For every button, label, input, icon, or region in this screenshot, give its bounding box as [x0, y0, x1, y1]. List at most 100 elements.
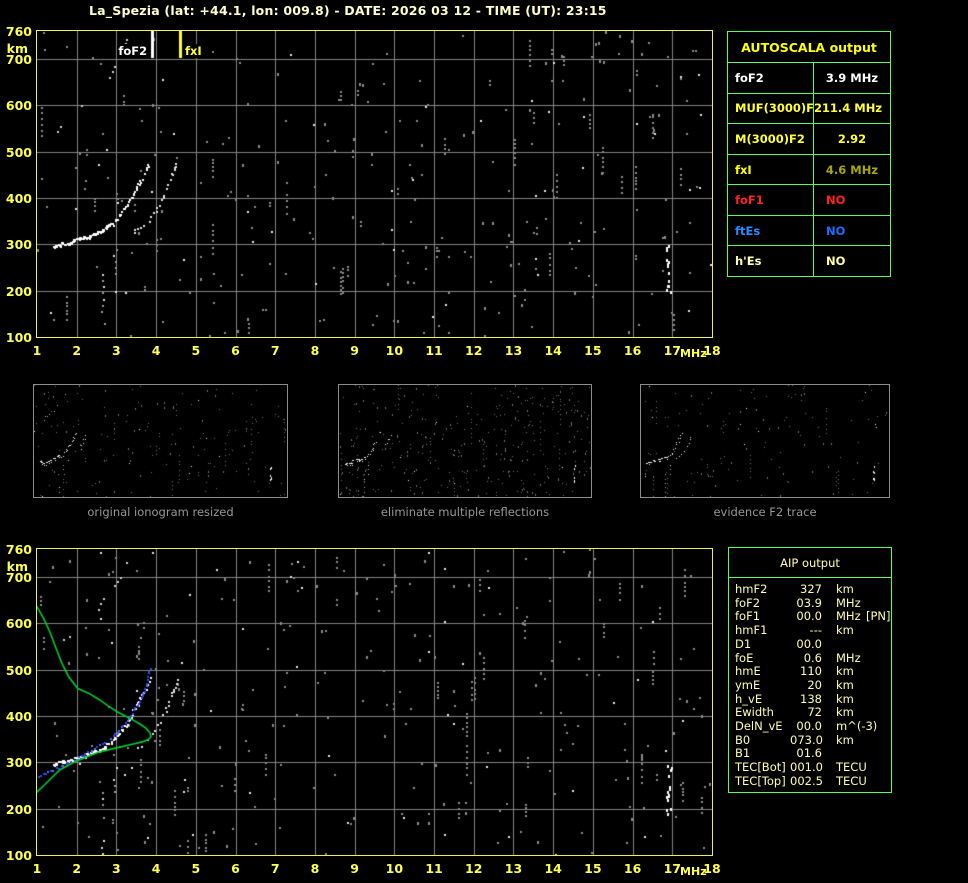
autoscala-param-label: h'Es — [728, 246, 814, 277]
aip-unit: km — [836, 732, 854, 747]
aip-value: 138 — [800, 691, 822, 706]
autoscala-row: MUF(3000)F2 11.4 MHz — [728, 92, 890, 124]
aip-row: h_vE 138 km — [735, 691, 891, 706]
y-tick-label: 760 — [5, 24, 32, 39]
autoscala-param-value: 2.92 — [837, 131, 867, 146]
scaled-ionogram-canvas — [37, 31, 712, 337]
aip-param: D1 — [735, 636, 752, 651]
x-tick-label: 9 — [350, 343, 359, 358]
x-tick-label: 16 — [623, 861, 642, 876]
autoscala-table-rows: foF2 3.9 MHz MUF(3000)F2 11.4 MHz M(3000)F2 2… — [728, 62, 890, 277]
x-tick-label: 8 — [310, 861, 320, 876]
y-tick-label: 200 — [5, 283, 32, 299]
scaled-ionogram-plot — [36, 30, 713, 338]
y-tick-label: 400 — [5, 190, 32, 206]
autoscala-row: ftEs NO — [728, 214, 890, 246]
x-tick-label: 15 — [584, 343, 602, 358]
aip-row: hmF1 --- km — [735, 624, 891, 637]
aip-row: hmE 110 km — [735, 665, 891, 678]
aip-param: foE — [735, 650, 754, 665]
aip-unit: km — [836, 664, 854, 679]
aip-row: B1 01.6 — [735, 747, 891, 760]
aip-value: 20 — [807, 677, 822, 692]
aip-param: TEC[Top] — [735, 773, 786, 788]
aip-param: h_vE — [735, 691, 763, 706]
aip-unit: km — [836, 582, 854, 596]
x-tick-label: 2 — [72, 861, 82, 876]
station-date-title: La_Spezia (lat: +44.1, lon: 009.8) - DAT… — [89, 3, 607, 18]
thumbnail-evidence-canvas — [641, 385, 889, 497]
x-tick-label: 9 — [350, 861, 359, 876]
x-tick-label: 4 — [151, 861, 161, 876]
x-tick-label: 5 — [191, 343, 201, 358]
autoscala-param-label: foF1 — [728, 185, 814, 215]
autoscala-row: M(3000)F2 2.92 — [728, 123, 890, 154]
autoscala-param-value: 11.4 MHz — [821, 101, 883, 116]
aip-value: 001.0 — [790, 760, 823, 775]
y-tick-label: 300 — [5, 755, 32, 771]
aip-row: B0 073.0 km — [735, 732, 891, 747]
x-tick-label: 10 — [385, 343, 404, 358]
aip-param: DelN_vE — [735, 719, 783, 734]
y-tick-label: 400 — [5, 708, 32, 724]
autoscala-table-header: AUTOSCALA output — [741, 39, 877, 55]
x-tick-label: 15 — [584, 861, 602, 876]
thumbnail-eliminate-reflections — [338, 384, 592, 498]
y-tick-label: 500 — [5, 662, 32, 678]
x-tick-label: 8 — [310, 343, 320, 358]
aip-unit: km — [836, 705, 854, 720]
autoscala-param-label: M(3000)F2 — [728, 124, 814, 154]
fof2-marker-label: foF2 — [117, 44, 149, 58]
thumbnail-caption: eliminate multiple reflections — [380, 505, 550, 519]
x-tick-label: 12 — [465, 861, 483, 876]
x-tick-label: 1 — [32, 861, 42, 876]
aip-value: 00.0 — [796, 719, 822, 734]
x-axis-unit-mhz: MHz — [680, 347, 707, 360]
autoscala-row: fxI 4.6 MHz — [728, 153, 890, 185]
aip-unit — [836, 638, 866, 651]
y-tick-label: 760 — [5, 542, 32, 557]
autoscala-param-value: 3.9 MHz — [825, 70, 879, 85]
thumbnail-eliminate-canvas — [339, 385, 591, 497]
aip-extra: [PN] — [866, 609, 891, 624]
aip-row: D1 00.0 — [735, 636, 891, 651]
aip-value: 073.0 — [790, 732, 823, 747]
aip-param: hmF2 — [735, 582, 768, 596]
aip-unit: km — [836, 691, 854, 706]
aip-row: hmF2 327 km — [735, 583, 891, 596]
aip-value: 72 — [807, 705, 822, 720]
aip-row: foF1 00.0 MHz [PN] — [735, 610, 891, 623]
y-tick-label: 100 — [5, 848, 32, 863]
x-tick-label: 10 — [385, 861, 404, 876]
aip-value: 00.0 — [796, 636, 822, 651]
autoscala-param-value: NO — [826, 193, 846, 208]
autoscala-param-value: NO — [826, 223, 846, 238]
aip-unit: MHz — [836, 609, 861, 624]
aip-row: TEC[Bot] 001.0 TECU — [735, 761, 891, 774]
x-tick-label: 7 — [270, 861, 280, 876]
autoscala-param-value: 4.6 MHz — [825, 162, 879, 177]
aip-param: foF1 — [735, 609, 761, 624]
y-tick-label: 600 — [5, 616, 32, 632]
aip-row: foE 0.6 MHz — [735, 650, 891, 665]
aip-value: --- — [809, 623, 822, 638]
aip-param: Ewidth — [735, 705, 774, 720]
aip-param: ymE — [735, 677, 761, 692]
aip-unit: TECU — [836, 773, 867, 788]
x-tick-label: 11 — [425, 861, 443, 876]
y-axis-unit-km: km — [6, 559, 28, 574]
aip-unit: MHz — [836, 595, 861, 610]
autoscala-row: foF1 NO — [728, 184, 890, 215]
aip-table-header: AIP output — [729, 548, 891, 578]
x-tick-label: 5 — [191, 861, 201, 876]
aip-unit: MHz — [836, 650, 861, 665]
aip-value: 0.6 — [803, 650, 822, 665]
aip-value: 327 — [800, 582, 822, 596]
aip-param: TEC[Bot] — [735, 760, 786, 775]
aip-output-table: AIP output hmF2 327 km foF2 03.9 MHz foF1 00.0 M… — [728, 547, 892, 793]
aip-unit: km — [836, 623, 854, 638]
thumbnail-original-canvas — [34, 385, 287, 497]
autoscala-output-table: AUTOSCALA output foF2 3.9 MHz MUF(3000)F2 1… — [727, 31, 891, 277]
autoscala-param-label: ftEs — [728, 215, 814, 246]
x-tick-label: 3 — [112, 861, 121, 876]
